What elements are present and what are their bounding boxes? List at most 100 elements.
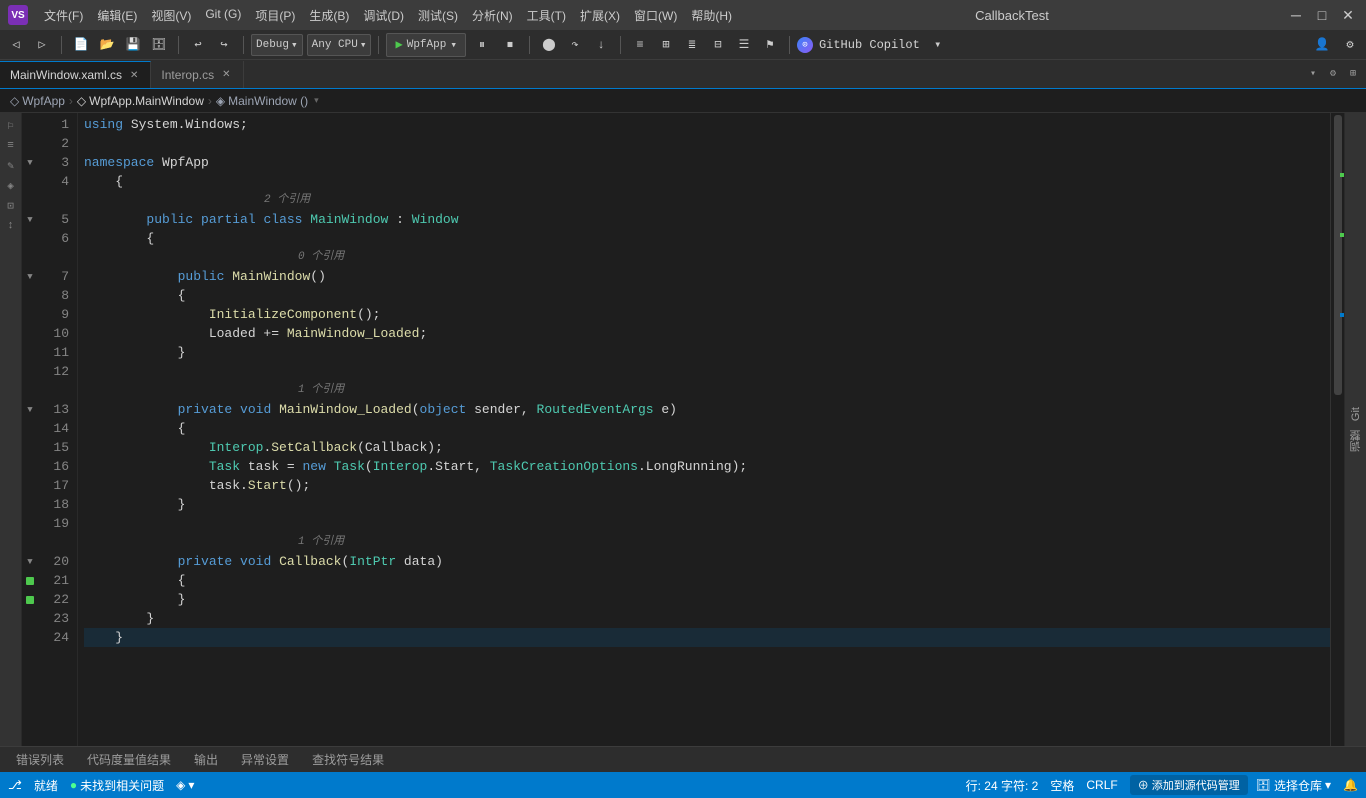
btab-exceptions[interactable]: 异常设置 — [231, 748, 300, 772]
menu-help[interactable]: 帮助(H) — [685, 4, 738, 27]
menu-debug[interactable]: 调试(D) — [357, 4, 410, 27]
tab-interop[interactable]: Interop.cs ✕ — [151, 61, 243, 88]
tab-mainwindow-close[interactable]: ✕ — [128, 69, 140, 82]
repo-arrow: ▾ — [1325, 778, 1331, 792]
gutter-cell-7[interactable]: ▼ — [22, 267, 38, 286]
gutter-cell-12 — [22, 362, 38, 381]
ref-13-label: 1 个引用 — [298, 381, 344, 400]
left-strip-icon-6[interactable]: ↕ — [2, 217, 20, 235]
code-line-15: Interop.SetCallback(Callback); — [84, 438, 1330, 457]
bc-namespace[interactable]: ◇ WpfApp — [6, 94, 69, 108]
left-strip-icon-5[interactable]: ⊡ — [2, 197, 20, 215]
misc-btn-1[interactable]: ≡ — [628, 33, 652, 57]
linenum-15: 15 — [38, 438, 69, 457]
code-editor[interactable]: using System.Windows; namespace WpfApp {… — [78, 113, 1330, 746]
open-button[interactable]: 📂 — [95, 33, 119, 57]
code-line-17: task.Start(); — [84, 476, 1330, 495]
branch-icon: ⎇ — [8, 778, 22, 792]
status-crlf[interactable]: CRLF — [1086, 778, 1117, 792]
misc-btn-5[interactable]: ☰ — [732, 33, 756, 57]
back-button[interactable]: ◁ — [4, 33, 28, 57]
close-button[interactable]: ✕ — [1338, 5, 1358, 25]
right-strip-adjust[interactable]: 调整 — [1348, 426, 1364, 456]
gutter-cell-13[interactable]: ▼ — [22, 400, 38, 419]
status-bell[interactable]: 🔔 — [1343, 778, 1358, 792]
undo-button[interactable]: ↩ — [186, 33, 210, 57]
scroll-thumb[interactable] — [1334, 115, 1342, 395]
status-branch[interactable]: ⎇ — [8, 778, 22, 792]
btab-errors[interactable]: 错误列表 — [6, 748, 75, 772]
toolbar-sep-1 — [61, 36, 62, 54]
menu-tools[interactable]: 工具(T) — [521, 4, 572, 27]
bc-expand-arrow[interactable]: ▾ — [312, 95, 321, 106]
menu-view[interactable]: 视图(V) — [145, 4, 197, 27]
misc-btn-3[interactable]: ≣ — [680, 33, 704, 57]
menu-window[interactable]: 窗口(W) — [628, 4, 683, 27]
menu-project[interactable]: 项目(P) — [249, 4, 301, 27]
tab-settings-btn[interactable]: ⚙ — [1324, 65, 1342, 83]
menu-build[interactable]: 生成(B) — [303, 4, 355, 27]
right-strip-git[interactable]: Git — [1350, 403, 1362, 425]
toolbar-sep-3 — [243, 36, 244, 54]
status-row-col[interactable]: 行: 24 字符: 2 — [966, 777, 1039, 794]
step-over-button[interactable]: ↷ — [563, 33, 587, 57]
gutter-cell-6 — [22, 229, 38, 248]
minimize-button[interactable]: ─ — [1286, 5, 1306, 25]
bc-class[interactable]: ◇ WpfApp.MainWindow — [73, 94, 208, 108]
run-button[interactable]: ▶ WpfApp ▾ — [386, 33, 465, 57]
select-repo-item[interactable]: 🗄 选择仓库 ▾ — [1256, 777, 1331, 794]
btab-find-results[interactable]: 查找符号结果 — [302, 748, 395, 772]
redo-button[interactable]: ↪ — [212, 33, 236, 57]
gutter-cell-ref3 — [22, 381, 38, 400]
settings-button[interactable]: ⚙ — [1338, 33, 1362, 57]
menu-file[interactable]: 文件(F) — [38, 4, 89, 27]
menu-analyze[interactable]: 分析(N) — [466, 4, 519, 27]
gutter: ▼ ▼ ▼ ▼ ▼ — [22, 113, 38, 746]
forward-button[interactable]: ▷ — [30, 33, 54, 57]
breakpoint-button[interactable]: ⬤ — [537, 33, 561, 57]
misc-btn-2[interactable]: ⊞ — [654, 33, 678, 57]
btab-output[interactable]: 输出 — [184, 748, 229, 772]
config-dropdown[interactable]: Debug ▾ — [251, 34, 303, 56]
btab-metrics[interactable]: 代码度量值结果 — [77, 748, 182, 772]
tab-mainwindow[interactable]: MainWindow.xaml.cs ✕ — [0, 61, 151, 88]
restore-button[interactable]: □ — [1312, 5, 1332, 25]
tab-expand-btn[interactable]: ⊞ — [1344, 65, 1362, 83]
menu-edit[interactable]: 编辑(E) — [91, 4, 143, 27]
gutter-cell-20[interactable]: ▼ — [22, 552, 38, 571]
left-strip-icon-3[interactable]: ✎ — [2, 157, 20, 175]
tab-interop-close[interactable]: ✕ — [220, 68, 232, 81]
no-issues-label: 未找到相关问题 — [80, 777, 164, 794]
save-button[interactable]: 💾 — [121, 33, 145, 57]
tab-dropdown-btn[interactable]: ▾ — [1304, 65, 1322, 83]
left-strip-icon-2[interactable]: ≡ — [2, 137, 20, 155]
linenum-16: 16 — [38, 457, 69, 476]
scroll-overview[interactable] — [1330, 113, 1344, 746]
misc-btn-4[interactable]: ⊟ — [706, 33, 730, 57]
linter-arrow: ▾ — [188, 778, 194, 792]
add-repo-button[interactable]: ⊕ 添加到源代码管理 — [1130, 775, 1248, 795]
misc-btn-6[interactable]: ⚑ — [758, 33, 782, 57]
account-button[interactable]: 👤 — [1310, 33, 1334, 57]
status-no-issues[interactable]: ● 未找到相关问题 — [70, 777, 164, 794]
menu-git[interactable]: Git (G) — [199, 4, 247, 27]
code-line-19 — [84, 514, 1330, 533]
menu-extensions[interactable]: 扩展(X) — [574, 4, 626, 27]
gutter-cell-5[interactable]: ▼ — [22, 210, 38, 229]
bc-method[interactable]: ◈ MainWindow () — [212, 94, 312, 108]
new-file-button[interactable]: 📄 — [69, 33, 93, 57]
pause-button[interactable]: ⏸ — [470, 33, 494, 57]
status-linter[interactable]: ◈ ▾ — [176, 778, 194, 792]
copilot-arrow[interactable]: ▾ — [926, 33, 950, 57]
menu-test[interactable]: 测试(S) — [412, 4, 464, 27]
left-strip-icon-1[interactable]: ⚐ — [2, 117, 20, 135]
status-bar-left: ⎇ 就绪 ● 未找到相关问题 ◈ ▾ — [8, 777, 194, 794]
status-spaces[interactable]: 空格 — [1050, 777, 1074, 794]
linenum-13: 13 — [38, 400, 69, 419]
platform-dropdown[interactable]: Any CPU ▾ — [307, 34, 372, 56]
step-into-button[interactable]: ↓ — [589, 33, 613, 57]
gutter-cell-3[interactable]: ▼ — [22, 153, 38, 172]
left-strip-icon-4[interactable]: ◈ — [2, 177, 20, 195]
save-all-button[interactable]: 🗄 — [147, 33, 171, 57]
stop-button[interactable]: ⏹ — [498, 33, 522, 57]
